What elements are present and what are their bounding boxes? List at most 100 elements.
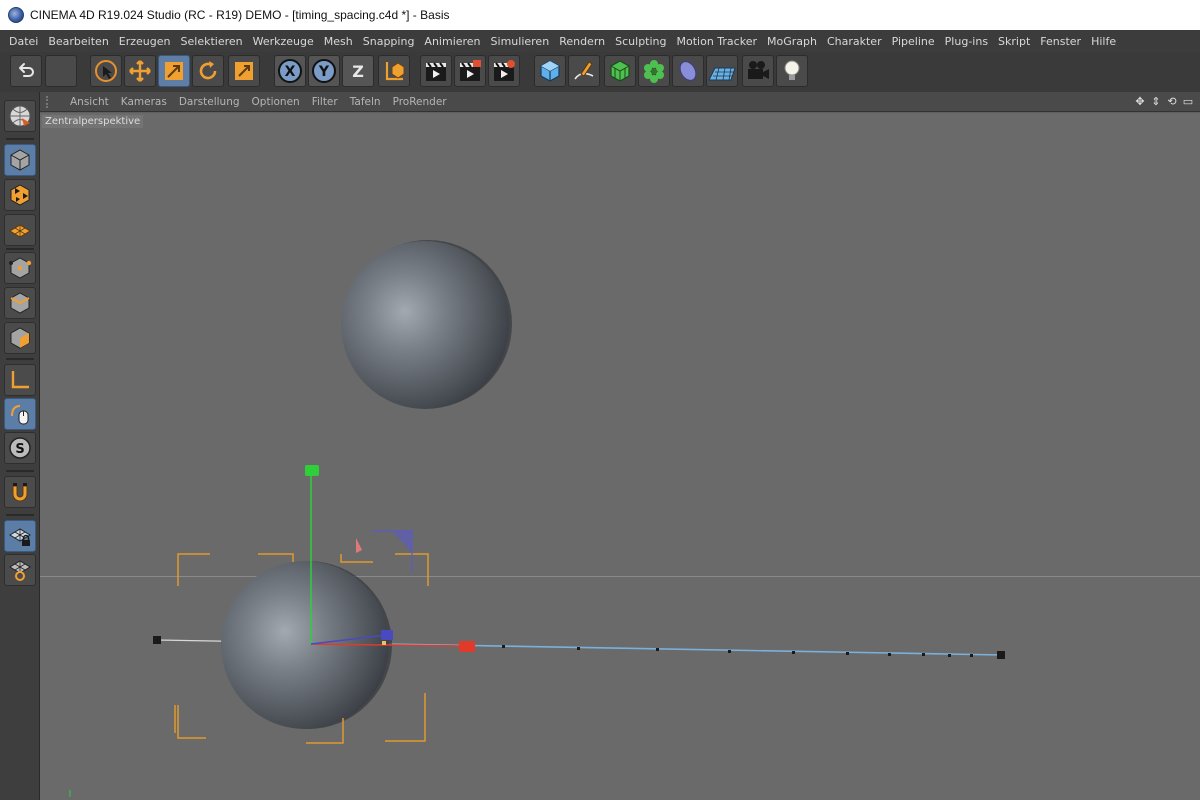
svg-text:Y: Y (318, 64, 330, 80)
rotate-view-icon[interactable]: ⟲ (1166, 94, 1178, 108)
light-button[interactable] (776, 55, 808, 87)
sphere-object-top[interactable] (341, 240, 512, 409)
axis-mode-icon (11, 371, 29, 389)
viewport-grip-handle[interactable] (46, 95, 54, 108)
viewport-menu-prorender[interactable]: ProRender (387, 96, 453, 108)
snap-magnet-icon (12, 483, 28, 502)
model-mode-icon (10, 149, 30, 171)
perspective-viewport[interactable]: Zentralperspektive (40, 113, 1200, 800)
path-end-point[interactable] (997, 651, 1005, 659)
menu-erzeugen[interactable]: Erzeugen (114, 35, 176, 48)
toggle-view-icon[interactable]: ▭ (1182, 94, 1194, 108)
zoom-view-icon[interactable]: ⇕ (1150, 94, 1162, 108)
y-axis-handle[interactable] (305, 465, 319, 476)
workplane-plane-icon (9, 560, 31, 581)
z-axis-lock-button[interactable]: Z (342, 55, 374, 87)
points-mode-button[interactable] (4, 252, 36, 284)
tweak-mode-button[interactable] (4, 398, 36, 430)
cinema4d-logo-icon (8, 7, 24, 23)
locked-workplane-button[interactable] (4, 520, 36, 552)
y-axis-lock-button[interactable]: Y (308, 55, 340, 87)
recent-tool-button[interactable] (228, 55, 260, 87)
path-start-point[interactable] (153, 636, 161, 644)
y-axis-icon: Y (312, 59, 336, 83)
menu-sculpting[interactable]: Sculpting (610, 35, 671, 48)
menu-werkzeuge[interactable]: Werkzeuge (248, 35, 319, 48)
workplane-icon (9, 224, 31, 238)
edges-mode-button[interactable] (4, 287, 36, 319)
snap-button[interactable] (4, 476, 36, 508)
render-to-picture-viewer-button[interactable] (454, 55, 486, 87)
camera-button[interactable] (742, 55, 774, 87)
x-axis-handle[interactable] (459, 641, 475, 652)
texture-mode-icon (10, 184, 30, 206)
menu-skript[interactable]: Skript (993, 35, 1035, 48)
deformer-button[interactable] (672, 55, 704, 87)
rotate-tool-button[interactable] (192, 55, 224, 87)
cube-object-button[interactable] (534, 55, 566, 87)
z-axis-handle[interactable] (381, 630, 393, 640)
menu-bearbeiten[interactable]: Bearbeiten (43, 35, 113, 48)
floor-icon (708, 67, 736, 81)
live-selection-icon (95, 60, 117, 82)
redo-button[interactable] (45, 55, 77, 87)
menu-mograph[interactable]: MoGraph (762, 35, 822, 48)
workplane-mode-button[interactable] (4, 214, 36, 246)
menu-datei[interactable]: Datei (4, 35, 43, 48)
viewport-menu-darstellung[interactable]: Darstellung (173, 96, 246, 108)
x-axis-icon: X (278, 59, 302, 83)
main-menubar: Datei Bearbeiten Erzeugen Selektieren We… (0, 30, 1200, 52)
pen-spline-button[interactable] (568, 55, 600, 87)
menu-animieren[interactable]: Animieren (419, 35, 485, 48)
menu-simulieren[interactable]: Simulieren (486, 35, 555, 48)
make-editable-button[interactable] (4, 100, 36, 132)
model-mode-button[interactable] (4, 144, 36, 176)
axis-mode-button[interactable] (4, 364, 36, 396)
floor-button[interactable] (706, 55, 738, 87)
svg-text:Z: Z (352, 62, 364, 81)
workplane-plane-button[interactable] (4, 554, 36, 586)
render-view-button[interactable] (420, 55, 452, 87)
subdivision-icon (610, 60, 630, 82)
menu-selektieren[interactable]: Selektieren (176, 35, 248, 48)
points-mode-icon (9, 257, 32, 279)
polygons-mode-button[interactable] (4, 322, 36, 354)
pen-spline-icon (574, 61, 594, 80)
coordinate-system-icon (385, 62, 405, 81)
cloner-button[interactable] (638, 55, 670, 87)
undo-button[interactable] (10, 55, 42, 87)
viewport-menu-ansicht[interactable]: Ansicht (64, 96, 115, 108)
viewport-menu-tafeln[interactable]: Tafeln (344, 96, 387, 108)
menu-snapping[interactable]: Snapping (358, 35, 420, 48)
move-view-icon[interactable]: ✥ (1134, 94, 1146, 108)
render-settings-button[interactable] (488, 55, 520, 87)
menu-motion-tracker[interactable]: Motion Tracker (672, 35, 762, 48)
menu-fenster[interactable]: Fenster (1035, 35, 1086, 48)
menu-pipeline[interactable]: Pipeline (887, 35, 940, 48)
scale-tool-button[interactable] (158, 55, 190, 87)
menu-charakter[interactable]: Charakter (822, 35, 887, 48)
coordinate-system-button[interactable] (378, 55, 410, 87)
solo-mode-icon: S (9, 437, 31, 459)
xy-plane-handle[interactable] (356, 538, 362, 553)
live-selection-button[interactable] (90, 55, 122, 87)
menu-hilfe[interactable]: Hilfe (1086, 35, 1121, 48)
svg-text:X: X (285, 64, 296, 80)
menu-rendern[interactable]: Rendern (554, 35, 610, 48)
undo-icon (19, 63, 34, 77)
tweak-mode-icon (11, 405, 29, 425)
viewport-menu-kameras[interactable]: Kameras (115, 96, 173, 108)
viewport-menu-filter[interactable]: Filter (306, 96, 344, 108)
light-icon (784, 60, 800, 80)
z-axis-icon: Z (352, 62, 364, 81)
texture-mode-button[interactable] (4, 179, 36, 211)
subdivision-surface-button[interactable] (604, 55, 636, 87)
move-tool-button[interactable] (124, 55, 156, 87)
viewport-menu-optionen[interactable]: Optionen (246, 96, 306, 108)
menu-plug-ins[interactable]: Plug-ins (940, 35, 993, 48)
menu-mesh[interactable]: Mesh (319, 35, 358, 48)
scale-icon (165, 62, 183, 80)
x-axis-lock-button[interactable]: X (274, 55, 306, 87)
mode-palette: S (0, 92, 40, 800)
solo-mode-button[interactable]: S (4, 432, 36, 464)
